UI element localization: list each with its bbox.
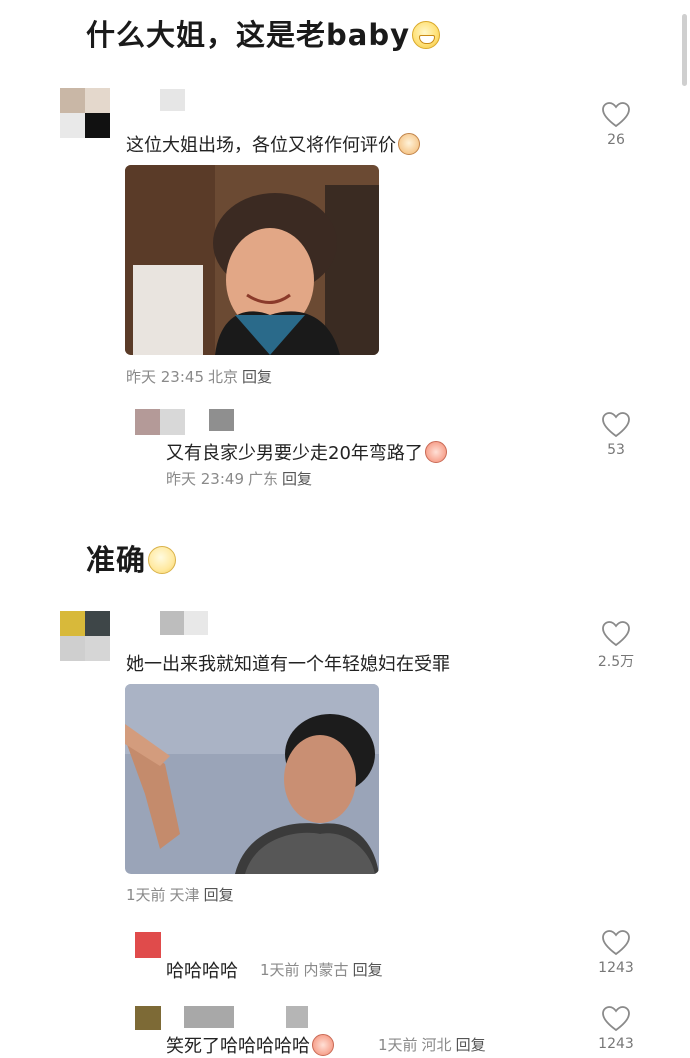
comment-1-time: 昨天 23:45 — [126, 368, 204, 386]
reply-button[interactable]: 回复 — [204, 886, 234, 904]
comment-1-meta: 昨天 23:45 北京 回复 — [126, 366, 272, 387]
like-button-4[interactable]: 1243 — [594, 930, 638, 976]
comment-2-text: 又有良家少男要少走20年弯路了 — [166, 439, 447, 465]
comment-1-body: 这位大姐出场，各位又将作何评价 — [126, 135, 396, 156]
comment-5-time: 1天前 — [378, 1036, 418, 1054]
comment-4-location: 内蒙古 — [303, 961, 349, 979]
username-mosaic[interactable] — [160, 611, 208, 635]
comment-2-time: 昨天 23:49 — [166, 470, 244, 488]
like-count-4: 1243 — [598, 960, 634, 976]
like-count-1: 26 — [607, 132, 625, 148]
like-button-3[interactable]: 2.5万 — [594, 621, 638, 671]
scrollbar[interactable] — [682, 14, 687, 86]
comment-5-location: 河北 — [421, 1036, 452, 1054]
comment-1-photo[interactable] — [125, 165, 379, 355]
username-mosaic[interactable] — [160, 89, 185, 111]
reply-button[interactable]: 回复 — [353, 961, 383, 979]
avatar[interactable] — [135, 409, 185, 435]
heading-2-text: 准确 — [86, 543, 147, 577]
grin-emoji-icon — [412, 21, 440, 49]
reply-button[interactable]: 回复 — [282, 470, 312, 488]
username-mosaic[interactable] — [209, 409, 234, 431]
comment-2-location: 广东 — [248, 470, 279, 488]
comment-2-body: 又有良家少男要少走20年弯路了 — [166, 443, 423, 464]
comment-3-text: 她一出来我就知道有一个年轻媳妇在受罪 — [126, 654, 450, 675]
like-count-3: 2.5万 — [597, 654, 635, 670]
photo-woman-smiling — [125, 165, 379, 355]
peach-sticker-icon — [424, 441, 447, 463]
comment-5-meta: 1天前 河北 回复 — [378, 1034, 486, 1055]
avatar[interactable] — [60, 88, 110, 138]
like-button-1[interactable]: 26 — [594, 102, 638, 148]
heart-outline-icon — [602, 1006, 630, 1032]
section-heading-1: 什么大姐，这是老baby — [86, 12, 440, 54]
comment-3-photo[interactable] — [125, 684, 379, 874]
photo-woman-pointing — [125, 684, 379, 874]
like-button-2[interactable]: 53 — [594, 412, 638, 458]
reply-button[interactable]: 回复 — [242, 368, 272, 386]
comment-3-meta: 1天前 天津 回复 — [126, 884, 234, 905]
heart-outline-icon — [602, 930, 630, 956]
comment-3-time: 1天前 — [126, 886, 166, 904]
avatar[interactable] — [135, 1006, 161, 1030]
username-mosaic[interactable] — [184, 1006, 234, 1028]
comment-1-location: 北京 — [208, 368, 239, 386]
avatar[interactable] — [135, 932, 161, 958]
shock-emoji-icon — [148, 546, 177, 574]
heading-1-text: 什么大姐，这是老baby — [86, 18, 410, 52]
heart-outline-icon — [602, 412, 630, 438]
reply-button[interactable]: 回复 — [456, 1036, 486, 1054]
comment-4-time: 1天前 — [260, 961, 300, 979]
face-sticker-icon — [398, 133, 420, 155]
like-button-5[interactable]: 1243 — [594, 1006, 638, 1052]
section-heading-2: 准确 — [86, 537, 177, 579]
like-count-2: 53 — [607, 442, 625, 458]
comment-3-location: 天津 — [169, 886, 200, 904]
heart-outline-icon — [602, 102, 630, 128]
comment-4-meta: 1天前 内蒙古 回复 — [260, 959, 383, 980]
like-count-5: 1243 — [598, 1036, 634, 1052]
avatar[interactable] — [60, 611, 110, 661]
username-mosaic[interactable] — [286, 1006, 308, 1028]
comment-2-meta: 昨天 23:49 广东 回复 — [166, 468, 312, 489]
comment-4-text: 哈哈哈哈 — [166, 961, 238, 982]
comment-1-text: 这位大姐出场，各位又将作何评价 — [126, 131, 420, 157]
peach-sticker-icon — [312, 1034, 334, 1056]
comment-5-body: 笑死了哈哈哈哈哈 — [166, 1036, 310, 1057]
comment-5-text: 笑死了哈哈哈哈哈 — [166, 1032, 334, 1058]
heart-outline-icon — [602, 621, 630, 647]
